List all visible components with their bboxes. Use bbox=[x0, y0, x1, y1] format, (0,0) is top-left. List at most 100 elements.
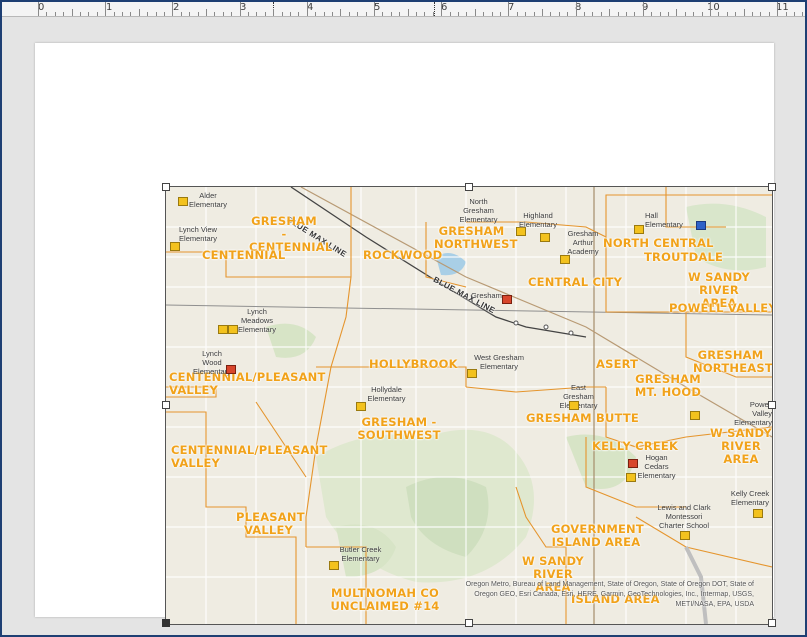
map-frame[interactable]: BLUE MAX LINE BLUE MAX LINE GRESHAM - CE… bbox=[165, 186, 773, 625]
ruler-tick bbox=[768, 12, 770, 16]
ruler-tick bbox=[96, 12, 98, 16]
ruler-tick bbox=[592, 12, 594, 16]
ruler-tick bbox=[575, 2, 577, 16]
ruler-tick bbox=[231, 12, 233, 16]
school-label: Alder Elementary bbox=[189, 191, 227, 209]
ruler-tick bbox=[760, 12, 762, 16]
school-icon[interactable] bbox=[226, 365, 236, 374]
area-label: MULTNOMAH CO UNCLAIMED #14 bbox=[330, 586, 440, 613]
area-label: ASERT bbox=[596, 357, 639, 371]
ruler-tick bbox=[416, 12, 417, 16]
ruler-tick bbox=[298, 12, 300, 16]
ruler-position-marker bbox=[434, 2, 435, 16]
ruler-tick bbox=[71, 9, 73, 16]
ruler-tick bbox=[407, 9, 409, 16]
ruler-tick bbox=[80, 12, 81, 16]
area-label: NORTH CENTRAL bbox=[603, 236, 714, 250]
ruler-tick bbox=[432, 12, 434, 16]
ruler-tick bbox=[180, 12, 182, 16]
area-label: KELLY CREEK bbox=[592, 439, 679, 453]
ruler-tick bbox=[735, 12, 737, 16]
school-label: Lynch Meadows Elementary bbox=[238, 307, 276, 334]
resize-handle[interactable] bbox=[162, 401, 170, 409]
school-label: Gresham Arthur Academy bbox=[567, 229, 599, 256]
layout-page[interactable]: BLUE MAX LINE BLUE MAX LINE GRESHAM - CE… bbox=[35, 43, 776, 627]
area-label: TROUTDALE bbox=[644, 250, 724, 264]
school-icon[interactable] bbox=[228, 325, 238, 334]
resize-handle[interactable] bbox=[465, 619, 473, 627]
ruler-tick bbox=[248, 12, 249, 16]
resize-handle[interactable] bbox=[768, 183, 776, 191]
ruler-label: 1 bbox=[106, 2, 113, 13]
ruler-tick bbox=[290, 12, 291, 16]
school-label: Hogan Cedars Elementary bbox=[637, 453, 676, 480]
ruler-tick bbox=[558, 12, 560, 16]
ruler-tick bbox=[617, 12, 619, 16]
ruler-tick bbox=[626, 12, 627, 16]
ruler-tick bbox=[374, 2, 375, 16]
ruler-tick bbox=[264, 12, 266, 16]
ruler-tick bbox=[172, 2, 174, 16]
ruler-tick bbox=[130, 12, 132, 16]
school-icon[interactable] bbox=[502, 295, 512, 304]
school-label: Powell Valley Elementary bbox=[734, 400, 772, 427]
school-icon[interactable] bbox=[329, 561, 339, 570]
ruler-tick bbox=[449, 12, 451, 16]
ruler-tick bbox=[239, 2, 241, 16]
school-icon[interactable] bbox=[696, 221, 706, 230]
ruler-tick bbox=[63, 12, 65, 16]
school-label: West Gresham Elementary bbox=[474, 353, 524, 371]
ruler-tick bbox=[458, 12, 459, 16]
ruler-tick bbox=[206, 9, 207, 16]
resize-handle[interactable] bbox=[768, 401, 776, 409]
ruler-tick bbox=[281, 12, 283, 16]
ruler-tick bbox=[533, 12, 535, 16]
area-label: GRESHAM - SOUTHWEST bbox=[357, 415, 441, 442]
ruler-tick bbox=[273, 9, 275, 16]
school-label: North Gresham Elementary bbox=[459, 197, 498, 224]
ruler-tick bbox=[802, 12, 804, 16]
ruler-tick bbox=[567, 12, 569, 16]
ruler-tick bbox=[348, 12, 350, 16]
ruler-tick bbox=[147, 12, 149, 16]
school-icon[interactable] bbox=[467, 369, 477, 378]
ruler-tick bbox=[651, 12, 653, 16]
ruler-tick bbox=[38, 2, 39, 16]
ruler-tick bbox=[54, 12, 56, 16]
school-icon[interactable] bbox=[569, 401, 579, 410]
area-label: HOLLYBROOK bbox=[369, 357, 458, 371]
ruler-tick bbox=[609, 9, 611, 16]
school-icon[interactable] bbox=[218, 325, 228, 334]
ruler-tick bbox=[46, 12, 48, 16]
ruler-tick bbox=[113, 12, 115, 16]
ruler-tick bbox=[399, 12, 401, 16]
ruler-tick bbox=[214, 12, 216, 16]
ruler-label: 2 bbox=[173, 2, 180, 13]
resize-handle[interactable] bbox=[768, 619, 776, 627]
area-label: CENTENNIAL bbox=[202, 248, 286, 262]
ruler-tick bbox=[365, 12, 367, 16]
school-label: Butler Creek Elementary bbox=[339, 545, 382, 563]
anchor-handle[interactable] bbox=[162, 619, 170, 627]
school-icon[interactable] bbox=[626, 473, 636, 482]
ruler-tick bbox=[508, 2, 510, 16]
school-icon[interactable] bbox=[680, 531, 690, 540]
school-icon[interactable] bbox=[628, 459, 638, 468]
school-icon[interactable] bbox=[170, 242, 180, 251]
school-icon[interactable] bbox=[540, 233, 550, 242]
school-icon[interactable] bbox=[356, 402, 366, 411]
school-label: Highland Elementary bbox=[519, 211, 557, 229]
ruler-tick bbox=[600, 12, 602, 16]
school-icon[interactable] bbox=[560, 255, 570, 264]
resize-handle[interactable] bbox=[465, 183, 473, 191]
school-icon[interactable] bbox=[690, 411, 700, 420]
ruler-tick bbox=[668, 12, 669, 16]
school-icon[interactable] bbox=[753, 509, 763, 518]
ruler-tick bbox=[676, 9, 678, 16]
ruler-tick bbox=[684, 12, 686, 16]
school-icon[interactable] bbox=[178, 197, 188, 206]
ruler-tick bbox=[785, 12, 787, 16]
resize-handle[interactable] bbox=[162, 183, 170, 191]
ruler-tick bbox=[794, 12, 795, 16]
school-icon[interactable] bbox=[634, 225, 644, 234]
